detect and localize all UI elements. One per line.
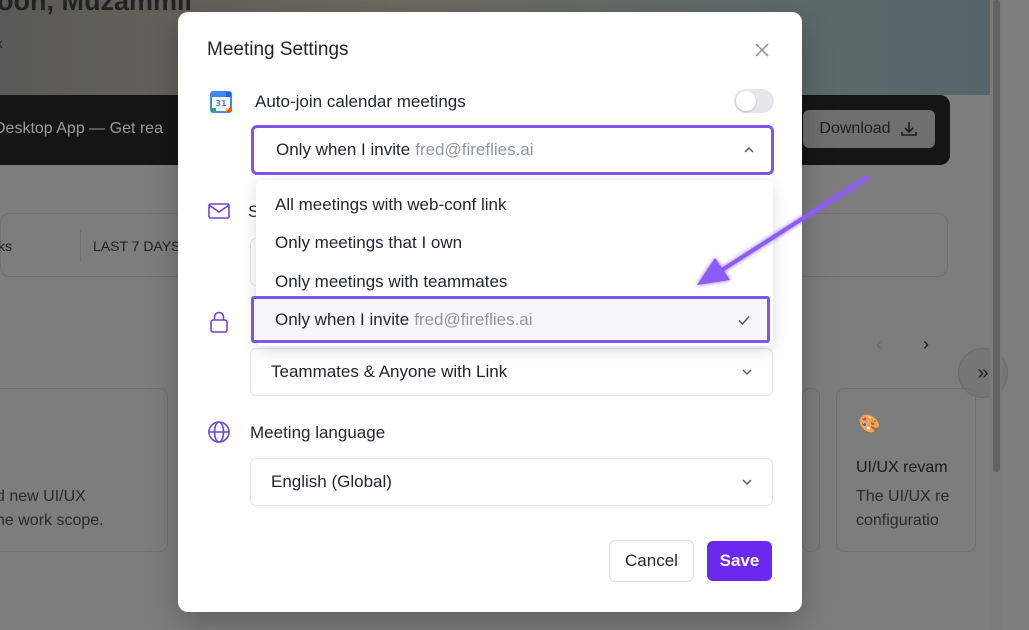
auto-join-select-value: Only when I invite: [276, 140, 411, 159]
auto-join-select-email: fred@fireflies.ai: [415, 140, 534, 159]
auto-join-label: Auto-join calendar meetings: [255, 92, 466, 111]
modal-title: Meeting Settings: [207, 39, 349, 60]
mail-icon: [207, 199, 231, 223]
chevron-down-icon: [742, 479, 752, 486]
dropdown-option-email: fred@fireflies.ai: [414, 309, 533, 329]
sharing-select[interactable]: Teammates & Anyone with Link: [250, 348, 773, 396]
greeting-text: rnoon, Muzammil: [0, 0, 192, 16]
globe-icon: [207, 420, 231, 444]
download-label: Download: [819, 120, 891, 137]
auto-join-select[interactable]: Only when I invite fred@fireflies.ai: [251, 125, 774, 175]
task-card-text-line2: he work scope.: [0, 512, 104, 529]
meeting-settings-modal: Meeting Settings 31 Auto-join calendar m…: [178, 12, 802, 612]
dropdown-option[interactable]: Only meetings that I own: [256, 224, 773, 262]
dropdown-option-label: Only when I invite: [275, 309, 410, 329]
palette-icon: 🎨: [858, 414, 881, 434]
task-card[interactable]: [802, 388, 820, 552]
download-button[interactable]: Download: [803, 110, 935, 148]
download-icon: [900, 122, 917, 136]
double-chevron-icon: »: [977, 361, 989, 384]
cancel-button[interactable]: Cancel: [609, 540, 694, 582]
language-select-value: English (Global): [271, 472, 392, 491]
task-card-text-line1: d new UI/UX: [0, 488, 86, 505]
save-button[interactable]: Save: [707, 541, 772, 581]
google-calendar-icon: 31: [210, 91, 232, 113]
dropdown-option-label: All meetings with web-conf link: [275, 195, 507, 214]
dropdown-option-label: Only meetings that I own: [275, 233, 463, 252]
filter-tab-partial[interactable]: ks: [0, 238, 12, 254]
task-card-text-line2: configuratio: [856, 512, 939, 529]
chevron-down-icon: [742, 369, 752, 376]
carousel-next-icon[interactable]: ›: [923, 334, 929, 355]
chevron-up-icon: [744, 146, 754, 153]
lock-icon: [207, 310, 231, 334]
task-card-title: UI/UX revam: [856, 459, 948, 476]
auto-join-dropdown-menu: All meetings with web-conf link Only mee…: [251, 180, 773, 346]
dropdown-option-label: Only meetings with teammates: [275, 272, 508, 291]
toggle-knob: [736, 91, 756, 111]
desktop-app-banner-text: Desktop App — Get rea: [0, 120, 163, 137]
date-range-filter[interactable]: LAST 7 DAYS: [80, 230, 190, 262]
sharing-select-value: Teammates & Anyone with Link: [271, 362, 508, 381]
close-button[interactable]: [751, 39, 773, 61]
close-icon: [755, 43, 769, 57]
task-card-text-line1: The UI/UX re: [856, 488, 950, 505]
page-scrollbar-thumb[interactable]: [993, 0, 1000, 472]
carousel-prev-icon[interactable]: ‹: [876, 334, 882, 355]
greeting-subtitle: k: [0, 36, 3, 51]
meeting-language-label: Meeting language: [250, 423, 386, 442]
auto-join-toggle[interactable]: [734, 89, 774, 113]
language-select[interactable]: English (Global): [250, 458, 773, 506]
checkmark-icon: [738, 315, 750, 326]
dropdown-option[interactable]: All meetings with web-conf link: [256, 186, 773, 224]
calendar-day: 31: [215, 99, 227, 108]
dropdown-option-selected[interactable]: Only when I invite fred@fireflies.ai: [251, 296, 770, 343]
